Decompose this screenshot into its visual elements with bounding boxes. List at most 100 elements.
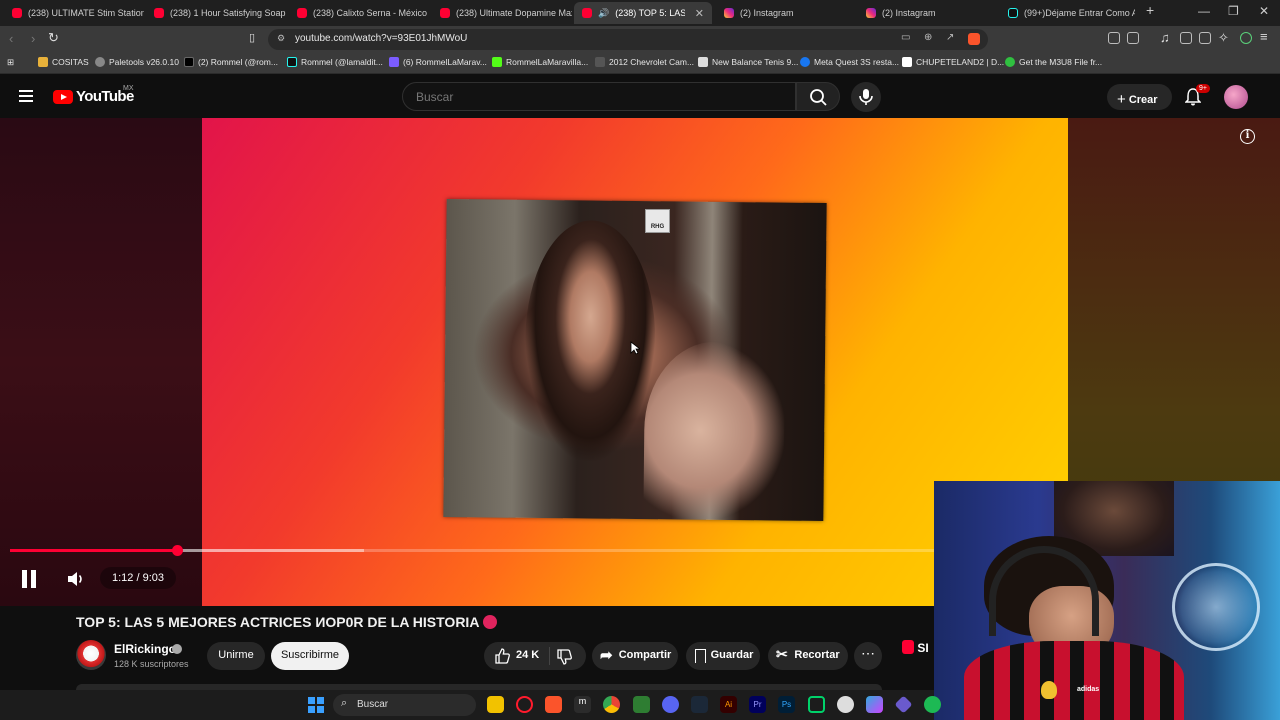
bookmark-item[interactable]: 2012 Chevrolet Cam... bbox=[595, 57, 694, 67]
apps-icon[interactable]: ⊞ bbox=[7, 57, 14, 68]
vpn-icon[interactable] bbox=[1240, 32, 1252, 44]
photoshop-icon[interactable]: Ps bbox=[778, 696, 795, 713]
youtube-icon bbox=[440, 8, 450, 18]
brave-icon[interactable] bbox=[545, 696, 562, 713]
browser-tab[interactable]: (238) Calixto Serna - México C bbox=[289, 2, 429, 24]
bookmark-item[interactable]: Rommel (@lamaldit... bbox=[287, 57, 383, 67]
paletools-icon bbox=[95, 57, 105, 67]
dislike-icon[interactable] bbox=[556, 649, 572, 665]
back-icon[interactable]: ‹ bbox=[9, 31, 13, 46]
create-button[interactable]: + Crear bbox=[1107, 84, 1172, 110]
discord-icon[interactable] bbox=[662, 696, 679, 713]
progress-bar[interactable] bbox=[10, 545, 934, 556]
steam-icon[interactable] bbox=[691, 696, 708, 713]
more-actions-icon[interactable]: ⋯ bbox=[854, 642, 882, 670]
browser-tab-active[interactable]: 🔊 (238) TOP 5: LAS 5 MEJ ✕ bbox=[574, 2, 712, 24]
share-page-icon[interactable]: ↗ bbox=[946, 32, 954, 43]
opera-icon[interactable] bbox=[516, 696, 533, 713]
speaker-icon[interactable]: 🔊 bbox=[598, 8, 609, 19]
info-icon[interactable]: i bbox=[1240, 129, 1255, 144]
shorts-chip[interactable]: SI bbox=[902, 640, 932, 655]
extension-icon[interactable] bbox=[1108, 32, 1120, 44]
channel-name[interactable]: ElRickingo bbox=[114, 642, 176, 656]
extension-icon[interactable] bbox=[1127, 32, 1139, 44]
forward-icon[interactable]: › bbox=[31, 31, 35, 46]
browser-tab[interactable]: (2) Instagram bbox=[716, 2, 856, 24]
sidebar-icon[interactable] bbox=[1180, 32, 1192, 44]
search-input[interactable]: Buscar bbox=[402, 82, 796, 111]
user-avatar[interactable] bbox=[1224, 85, 1248, 109]
bookmark-item[interactable]: (2) Rommel (@rom... bbox=[184, 57, 278, 67]
restore-button[interactable]: ❐ bbox=[1228, 4, 1239, 18]
minimize-button[interactable]: — bbox=[1198, 4, 1210, 18]
capcut-icon[interactable] bbox=[808, 696, 825, 713]
windows-start-icon[interactable] bbox=[308, 697, 324, 713]
bookmark-item[interactable]: RommelLaMaravilla... bbox=[492, 57, 588, 67]
subscriber-count: 128 K suscriptores bbox=[114, 659, 189, 669]
join-button[interactable]: Unirme bbox=[207, 642, 265, 670]
youtube-logo-icon[interactable] bbox=[53, 90, 73, 104]
bookmark-item[interactable]: Get the M3U8 File fr... bbox=[1005, 57, 1102, 67]
bookmark-item[interactable]: CHUPETELAND2 | D... bbox=[902, 57, 1004, 67]
browser-tab[interactable]: (99+)Déjame Entrar Como Ant bbox=[1000, 2, 1135, 24]
subscribe-button[interactable]: Suscribirme bbox=[271, 642, 349, 670]
browser-tab[interactable]: (2) Instagram bbox=[858, 2, 998, 24]
new-tab-button[interactable]: + bbox=[1146, 2, 1154, 18]
browser-tab[interactable]: (238) 1 Hour Satisfying Soap C bbox=[146, 2, 286, 24]
url-bar[interactable]: ⚙ youtube.com/watch?v=93E01JhMWoU ▭ ⊕ ↗ bbox=[268, 29, 988, 50]
share-button[interactable]: ➦ Compartir bbox=[592, 642, 678, 670]
leo-ai-icon[interactable]: ✧ bbox=[1218, 30, 1229, 46]
media-icon[interactable]: ♫ bbox=[1160, 30, 1170, 45]
tab-label: (2) Instagram bbox=[882, 8, 936, 18]
close-window-button[interactable]: ✕ bbox=[1259, 4, 1269, 18]
wallet-icon[interactable] bbox=[1199, 32, 1211, 44]
hamburger-menu-icon[interactable] bbox=[19, 90, 33, 102]
bookmark-item[interactable]: (6) RommelLaMarav... bbox=[389, 57, 487, 67]
notifications-badge: 9+ bbox=[1196, 84, 1210, 93]
bookmark-icon[interactable]: ▯ bbox=[249, 31, 255, 44]
volume-icon[interactable] bbox=[66, 570, 86, 588]
voice-search-button[interactable] bbox=[851, 82, 881, 112]
illustrator-icon[interactable]: Ai bbox=[720, 696, 737, 713]
premiere-icon[interactable]: Pr bbox=[749, 696, 766, 713]
chatgpt-icon[interactable] bbox=[837, 696, 854, 713]
copilot-icon[interactable] bbox=[866, 696, 883, 713]
shorts-icon bbox=[902, 640, 914, 654]
bookmark-label: CHUPETELAND2 | D... bbox=[916, 57, 1005, 67]
bookmark-item[interactable]: New Balance Tenis 9... bbox=[698, 57, 798, 67]
like-icon[interactable] bbox=[494, 648, 510, 664]
menu-icon[interactable]: ≡ bbox=[1260, 29, 1268, 44]
brave-shield-icon[interactable] bbox=[968, 33, 980, 45]
browser-tab[interactable]: (238) Ultimate Dopamine Max bbox=[432, 2, 572, 24]
channel-avatar[interactable] bbox=[76, 640, 106, 670]
taskbar-search[interactable]: ⌕ Buscar bbox=[333, 694, 476, 716]
kick-icon bbox=[492, 57, 502, 67]
chrome-icon[interactable] bbox=[603, 696, 620, 713]
meta-icon bbox=[800, 57, 810, 67]
pause-button[interactable] bbox=[20, 570, 38, 588]
browser-tab[interactable]: (238) ULTIMATE Stim Station - bbox=[4, 2, 144, 24]
vs-code-icon[interactable] bbox=[894, 695, 913, 714]
tab-label: (238) Ultimate Dopamine Max bbox=[456, 8, 572, 18]
plus-icon: + bbox=[1117, 91, 1126, 108]
spotify-icon[interactable] bbox=[924, 696, 941, 713]
bookmark-item[interactable]: COSITAS bbox=[38, 57, 89, 67]
like-count[interactable]: 24 K bbox=[516, 649, 539, 661]
bookmark-item[interactable]: Paletools v26.0.10 bbox=[95, 57, 179, 67]
search-icon: ⌕ bbox=[341, 697, 348, 709]
save-button[interactable]: Guardar bbox=[686, 642, 760, 670]
close-tab-icon[interactable]: ✕ bbox=[695, 7, 704, 20]
minecraft-icon[interactable] bbox=[633, 696, 650, 713]
clip-button[interactable]: ✂ Recortar bbox=[768, 642, 848, 670]
cast-icon[interactable]: ▭ bbox=[901, 32, 910, 43]
clip-label: Recortar bbox=[794, 649, 840, 661]
bookmark-item[interactable]: Meta Quest 3S resta... bbox=[800, 57, 899, 67]
site-info-icon[interactable]: ⚙ bbox=[277, 33, 285, 44]
reload-icon[interactable]: ↻ bbox=[48, 30, 59, 46]
mail-icon[interactable]: m bbox=[574, 696, 591, 713]
search-button[interactable] bbox=[796, 82, 840, 111]
club-crest-icon bbox=[1041, 681, 1057, 699]
file-explorer-icon[interactable] bbox=[487, 696, 504, 713]
scissors-icon: ✂ bbox=[776, 646, 788, 662]
zoom-icon[interactable]: ⊕ bbox=[924, 32, 932, 43]
